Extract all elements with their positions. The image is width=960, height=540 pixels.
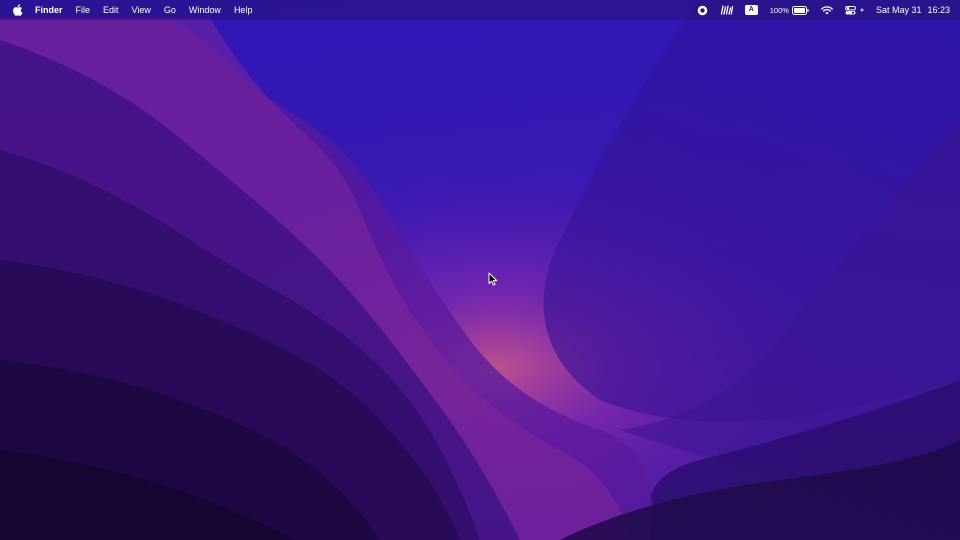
menu-edit[interactable]: Edit bbox=[97, 5, 126, 15]
battery-percentage: 100% bbox=[769, 5, 789, 15]
menu-bar-status-area: A 100% Sat May 31 16:23 bbox=[689, 0, 960, 20]
audio-waveform-icon[interactable] bbox=[720, 5, 733, 15]
menu-file[interactable]: File bbox=[69, 5, 97, 15]
input-source-menu[interactable]: A bbox=[744, 5, 758, 15]
screen-record-icon[interactable] bbox=[697, 5, 708, 16]
menu-bar-left: Finder File Edit View Go Window Help bbox=[0, 0, 259, 20]
control-center-icon[interactable] bbox=[844, 5, 856, 15]
wifi-icon[interactable] bbox=[821, 5, 833, 15]
clock-date: Sat May 31 bbox=[875, 5, 922, 15]
menu-app-finder[interactable]: Finder bbox=[35, 5, 69, 15]
menu-bar-clock[interactable]: Sat May 31 16:23 bbox=[876, 5, 950, 15]
menu-go[interactable]: Go bbox=[157, 5, 182, 15]
desktop-wallpaper bbox=[0, 0, 960, 540]
menu-view[interactable]: View bbox=[125, 5, 157, 15]
desktop[interactable]: Finder File Edit View Go Window Help A 1… bbox=[0, 0, 960, 540]
apple-logo-icon[interactable] bbox=[10, 3, 24, 17]
clock-time: 16:23 bbox=[927, 5, 950, 15]
input-source-icon: A bbox=[744, 5, 758, 15]
extra-status-dot[interactable] bbox=[860, 8, 864, 12]
menu-help[interactable]: Help bbox=[227, 5, 259, 15]
menu-window[interactable]: Window bbox=[182, 5, 227, 15]
menu-bar: Finder File Edit View Go Window Help A 1… bbox=[0, 0, 960, 20]
battery-status[interactable]: 100% bbox=[769, 5, 809, 15]
battery-icon bbox=[791, 5, 809, 15]
mouse-pointer-icon bbox=[488, 272, 498, 286]
